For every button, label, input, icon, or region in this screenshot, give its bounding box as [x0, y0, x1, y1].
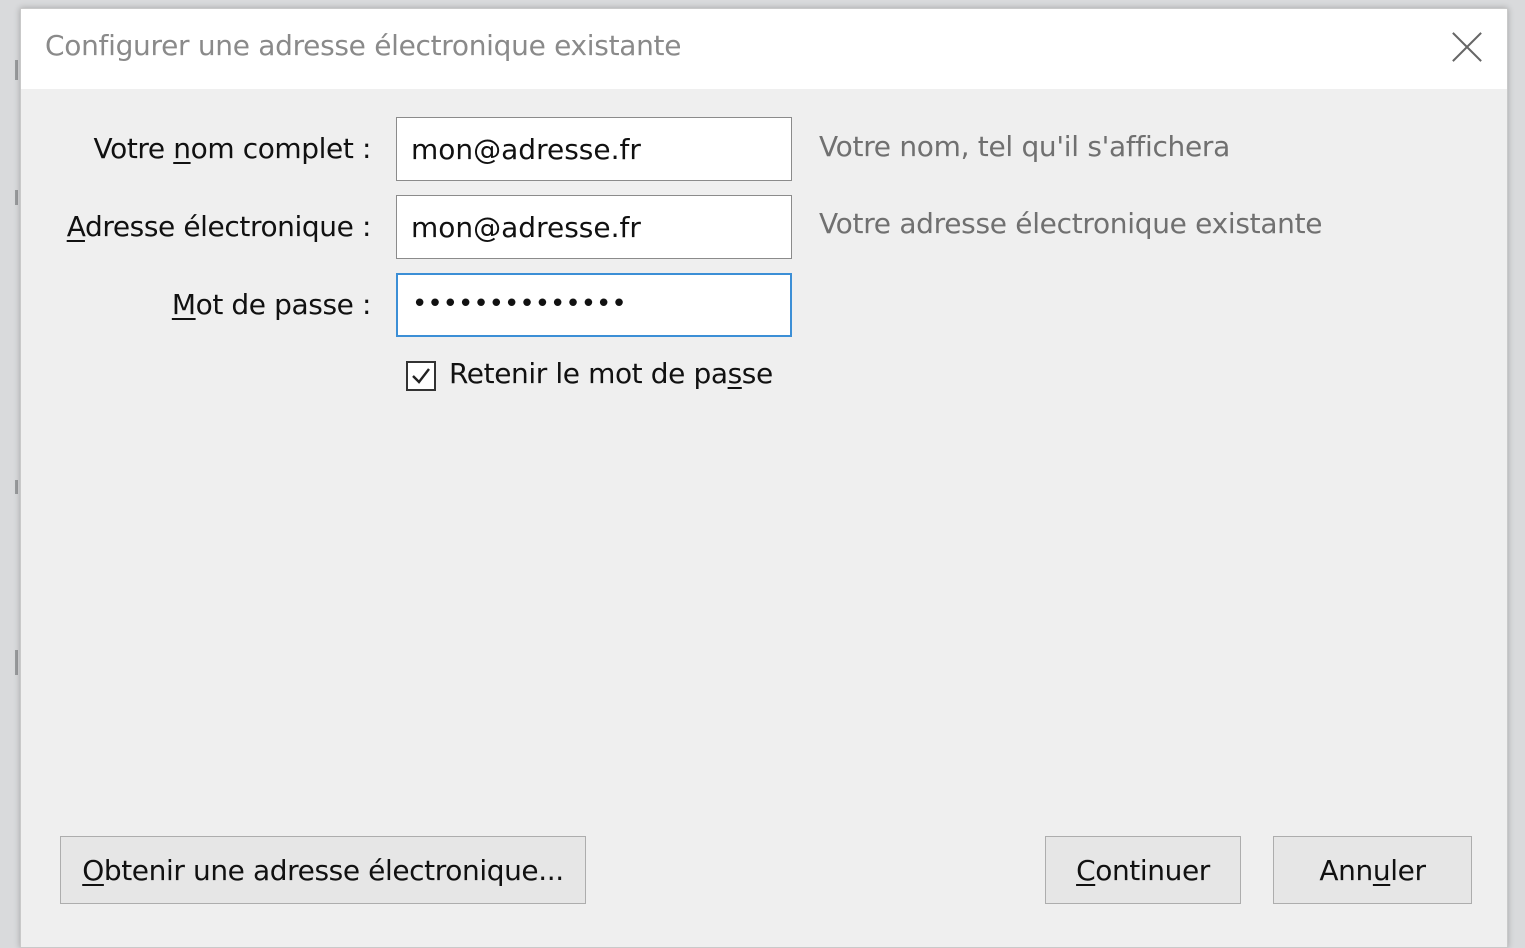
full-name-hint: Votre nom, tel qu'il s'affichera [819, 130, 1231, 163]
dialog-titlebar: Configurer une adresse électronique exis… [21, 9, 1507, 89]
full-name-input[interactable] [396, 117, 792, 181]
password-dots: •••••••••••••• [412, 289, 627, 319]
remember-password-checkbox[interactable] [406, 361, 436, 391]
account-setup-dialog: Configurer une adresse électronique exis… [20, 8, 1508, 948]
remember-password-label[interactable]: Retenir le mot de passe [449, 357, 773, 390]
full-name-label: Votre nom complet : [93, 132, 372, 165]
dialog-title: Configurer une adresse électronique exis… [45, 29, 682, 62]
background-window-edge [15, 650, 18, 675]
checkmark-icon [412, 368, 430, 384]
email-input[interactable] [396, 195, 792, 259]
password-input[interactable]: •••••••••••••• [396, 273, 792, 337]
email-label: Adresse électronique : [66, 210, 372, 243]
get-new-email-button[interactable]: Obtenir une adresse électronique... [60, 836, 586, 904]
password-label: Mot de passe : [171, 288, 372, 321]
background-window-edge [15, 190, 18, 205]
continue-button[interactable]: Continuer [1045, 836, 1241, 904]
email-hint: Votre adresse électronique existante [819, 207, 1323, 240]
background-window-edge [15, 480, 18, 494]
cancel-button[interactable]: Ann u ler [1273, 836, 1472, 904]
close-icon[interactable] [1449, 29, 1485, 65]
background-window-edge [15, 60, 18, 80]
